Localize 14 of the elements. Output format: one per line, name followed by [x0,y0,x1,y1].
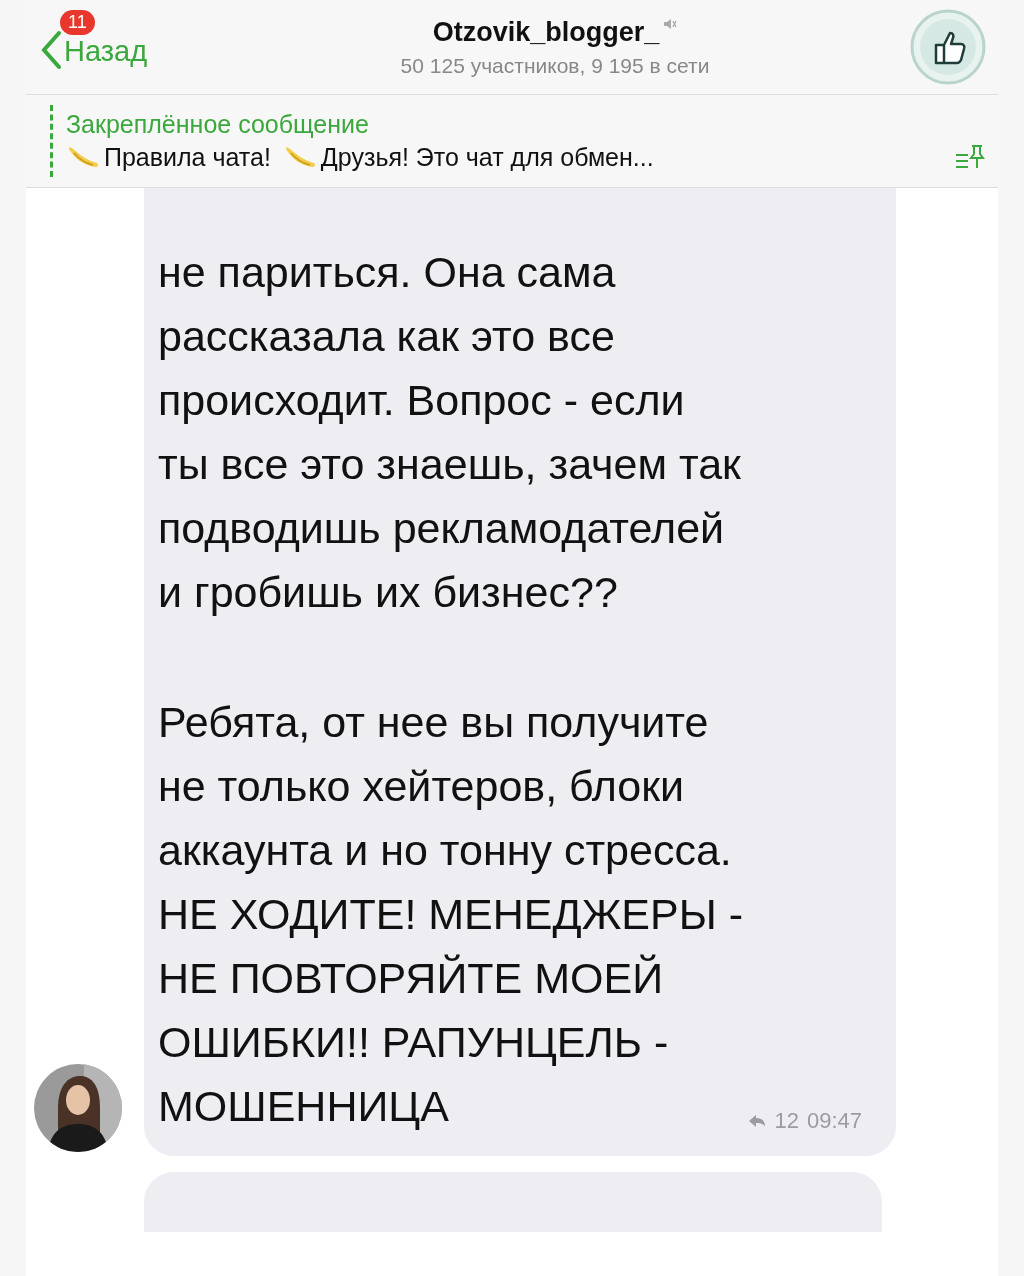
message-time: 09:47 [806,1108,862,1134]
pinned-preview-text: Друзья! Это чат для обмен... [320,143,654,172]
group-avatar-icon[interactable] [910,9,986,85]
message-text: не париться. Она сама рассказала как это все происходит. Вопрос - если ты все это знаешь, зачем так подводишь рекламодателей и гробишь их бизнес?? [158,247,741,618]
pinned-preview-text: Правила чата! [104,143,271,172]
forward-icon [748,1114,767,1128]
pinned-message-bar[interactable]: Закреплённое сообщение Правила чата! Друзья! Это чат для обмен... [26,95,998,188]
view-count: 12 [774,1108,799,1134]
unread-badge: 11 [60,10,95,35]
back-chevron-icon[interactable] [40,30,62,70]
member-count: 50 125 участников, 9 195 в сети [400,53,710,78]
pinned-label: Закреплённое сообщение [66,109,370,139]
chat-title: Otzovik_blogger_ [432,16,660,48]
message-text: Ребята, от нее вы получите не только хейтеров, блоки аккаунта и но тонну стресса. НЕ ХОДИТЕ! МЕНЕДЖЕРЫ - НЕ ПОВТОРЯЙТЕ МОЕЙ ОШИБКИ!! РАПУНЦЕЛЬ - МОШЕННИЦА [158,697,744,1132]
